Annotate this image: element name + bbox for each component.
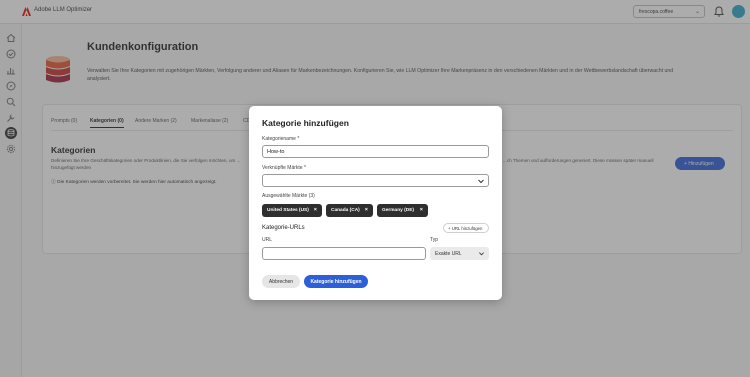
cancel-button[interactable]: Abbrechen bbox=[262, 275, 300, 288]
category-urls-heading: Kategorie-URLs bbox=[262, 225, 305, 231]
selected-markets-label: Ausgewählte Märkte (3) bbox=[262, 193, 315, 199]
close-icon[interactable]: × bbox=[365, 207, 368, 213]
url-type-value: Exakte URL bbox=[435, 250, 462, 257]
url-type-select[interactable]: Exakte URL bbox=[430, 247, 489, 260]
linked-markets-label-text: Verknüpfte Märkte bbox=[262, 165, 303, 171]
plus-icon: + bbox=[448, 226, 451, 231]
linked-markets-label: Verknüpfte Märkte * bbox=[262, 165, 306, 171]
category-name-label-text: Kategoriename bbox=[262, 136, 296, 142]
close-icon[interactable]: × bbox=[314, 207, 317, 213]
required-marker: * bbox=[297, 136, 300, 142]
url-label: URL bbox=[262, 237, 273, 243]
add-url-button-label: URL hinzufügen bbox=[451, 226, 483, 231]
add-url-button[interactable]: + URL hinzufügen bbox=[443, 223, 489, 233]
close-icon[interactable]: × bbox=[420, 207, 423, 213]
add-category-submit-button[interactable]: Kategorie hinzufügen bbox=[304, 275, 368, 288]
add-category-dialog: Kategorie hinzufügen Kategoriename * How… bbox=[249, 106, 502, 300]
chevron-down-icon bbox=[479, 252, 484, 256]
url-input[interactable] bbox=[262, 247, 426, 260]
market-chip-label: Germany (DE) bbox=[382, 208, 414, 213]
chevron-down-icon bbox=[478, 179, 484, 184]
market-chip-ca: Canada (CA) × bbox=[326, 204, 373, 217]
category-name-input[interactable]: How-to bbox=[262, 145, 489, 158]
category-name-label: Kategoriename * bbox=[262, 136, 299, 142]
type-label: Typ bbox=[430, 237, 439, 243]
linked-markets-select[interactable] bbox=[262, 174, 489, 187]
market-chip-label: United States (US) bbox=[267, 208, 309, 213]
dialog-title: Kategorie hinzufügen bbox=[262, 118, 349, 128]
required-marker: * bbox=[303, 165, 306, 171]
market-chip-de: Germany (DE) × bbox=[377, 204, 428, 217]
category-name-value: How-to bbox=[267, 149, 285, 155]
market-chip-us: United States (US) × bbox=[262, 204, 322, 217]
market-chip-label: Canada (CA) bbox=[331, 208, 360, 213]
